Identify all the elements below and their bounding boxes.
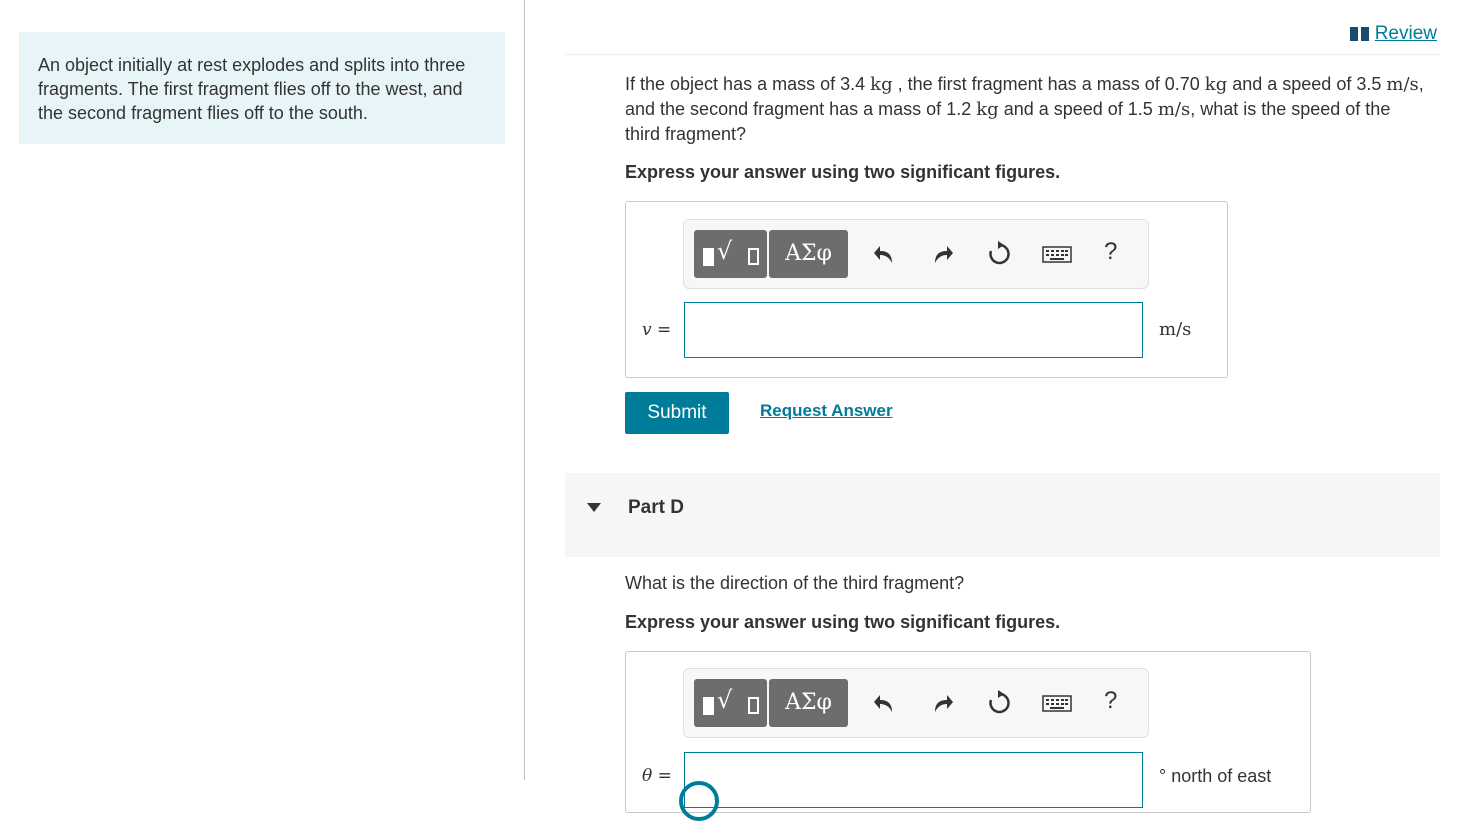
radical-icon: √ <box>717 686 733 714</box>
answer-box: √ ΑΣφ ? v = m/s <box>625 201 1228 378</box>
greek-symbols-button[interactable]: ΑΣφ <box>769 679 848 727</box>
reset-icon[interactable] <box>986 241 1012 267</box>
help-button[interactable]: ? <box>1104 238 1117 266</box>
unit-label: m/s <box>1159 319 1192 340</box>
radical-icon: √ <box>717 237 733 265</box>
template-box-icon <box>748 697 759 714</box>
part-d-header[interactable]: Part D <box>565 473 1440 557</box>
part-d-instruction: Express your answer using two significan… <box>625 612 1061 632</box>
help-button[interactable]: ? <box>1104 687 1117 715</box>
submit-button[interactable]: Submit <box>625 392 729 434</box>
request-answer-link[interactable]: Request Answer <box>760 401 893 421</box>
answer-input[interactable] <box>684 752 1143 808</box>
template-square-icon <box>703 697 714 715</box>
redo-icon[interactable] <box>929 690 955 716</box>
logo-icon <box>679 781 719 821</box>
undo-icon[interactable] <box>872 690 898 716</box>
reset-icon[interactable] <box>986 690 1012 716</box>
variable-label: θ = <box>642 766 672 786</box>
part-d-question: What is the direction of the third fragm… <box>625 573 965 593</box>
part-d-answer-box: √ ΑΣφ ? θ = ° north of east <box>625 651 1311 813</box>
review-label: Review <box>1374 23 1437 44</box>
part-title: Part D <box>628 497 684 518</box>
math-toolbar: √ ΑΣφ ? <box>683 668 1149 738</box>
answer-input[interactable] <box>684 302 1143 358</box>
redo-icon[interactable] <box>929 241 955 267</box>
templates-button[interactable]: √ <box>694 230 767 278</box>
problem-context: An object initially at rest explodes and… <box>19 32 505 144</box>
greek-symbols-button[interactable]: ΑΣφ <box>769 230 848 278</box>
book-icon <box>1349 27 1369 41</box>
templates-button[interactable]: √ <box>694 679 767 727</box>
panel-divider <box>524 0 525 780</box>
undo-icon[interactable] <box>872 241 898 267</box>
question-text: If the object has a mass of 3.4 kg , the… <box>625 74 1424 144</box>
review-link[interactable]: Review <box>1349 23 1437 45</box>
variable-label: v = <box>642 320 672 340</box>
template-square-icon <box>703 248 714 266</box>
instruction-text: Express your answer using two significan… <box>625 162 1061 182</box>
header-divider <box>565 54 1440 55</box>
problem-context-text: An object initially at rest explodes and… <box>38 55 466 123</box>
unit-label: ° north of east <box>1159 766 1272 786</box>
keyboard-icon[interactable] <box>1042 241 1072 267</box>
template-box-icon <box>748 248 759 265</box>
math-toolbar: √ ΑΣφ ? <box>683 219 1149 289</box>
keyboard-icon[interactable] <box>1042 690 1072 716</box>
collapse-triangle-icon[interactable] <box>587 503 601 512</box>
